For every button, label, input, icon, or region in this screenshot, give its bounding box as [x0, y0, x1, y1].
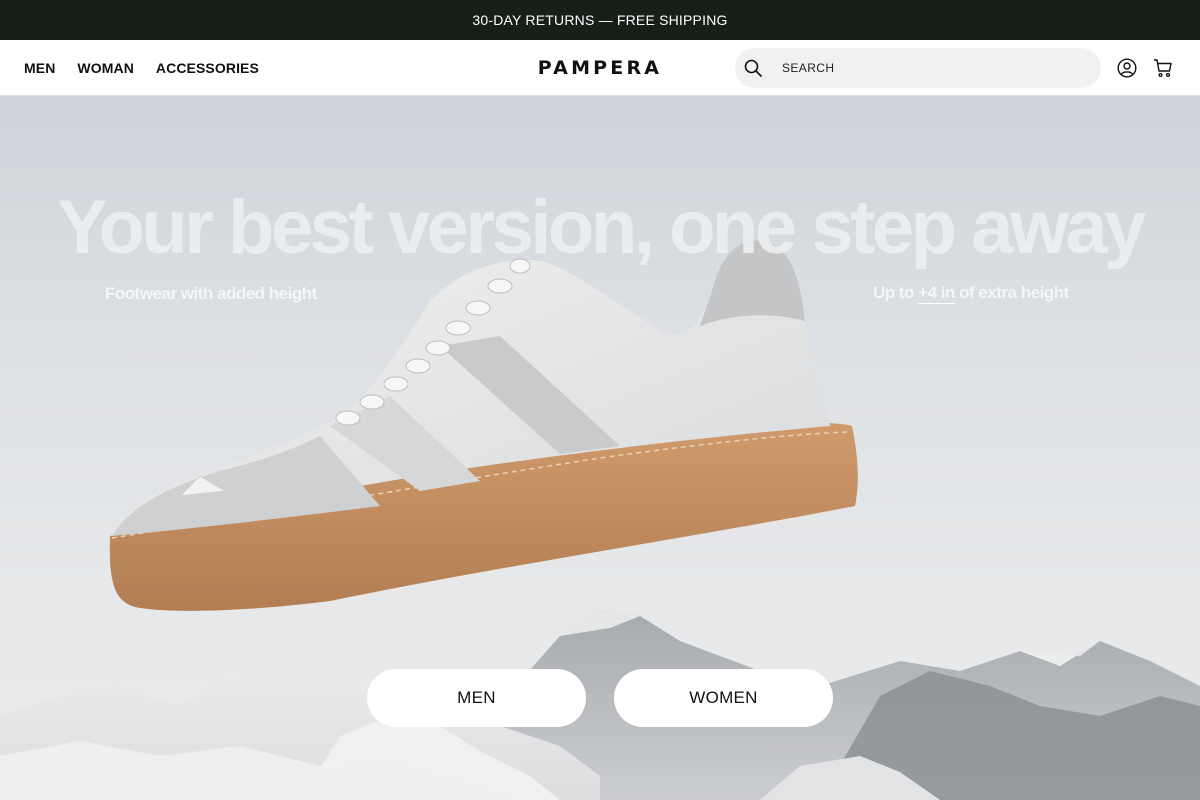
hero-headline: Your best version, one step away	[56, 185, 1147, 270]
announcement-bar: 30-DAY RETURNS — FREE SHIPPING	[0, 0, 1200, 40]
search-bar[interactable]	[735, 48, 1101, 88]
nav-men-link[interactable]: MEN	[24, 60, 55, 76]
mountains	[0, 611, 1200, 800]
subtitle-prefix: Up to	[873, 283, 919, 302]
site-header: MEN WOMAN ACCESSORIES PAMPERA	[0, 40, 1200, 96]
nav-accessories-link[interactable]: ACCESSORIES	[156, 60, 259, 76]
subtitle-highlight: +4 in	[918, 283, 955, 304]
main-nav: MEN WOMAN ACCESSORIES	[24, 40, 259, 96]
search-icon[interactable]	[744, 59, 762, 77]
shop-men-button[interactable]: MEN	[367, 669, 586, 727]
account-icon[interactable]	[1116, 57, 1138, 79]
hero-banner: Your best version, one step away Footwea…	[0, 96, 1200, 800]
announcement-text: 30-DAY RETURNS — FREE SHIPPING	[472, 12, 728, 28]
shop-women-button[interactable]: WOMEN	[614, 669, 833, 727]
search-input[interactable]	[782, 61, 1082, 75]
cart-icon[interactable]	[1152, 57, 1174, 79]
subtitle-suffix: of extra height	[954, 283, 1069, 302]
hero-subtitle-left: Footwear with added height	[105, 284, 317, 303]
hero-subtitle-right: Up to +4 in of extra height	[873, 283, 1069, 304]
brand-logo[interactable]: PAMPERA	[522, 56, 678, 80]
nav-woman-link[interactable]: WOMAN	[77, 60, 134, 76]
